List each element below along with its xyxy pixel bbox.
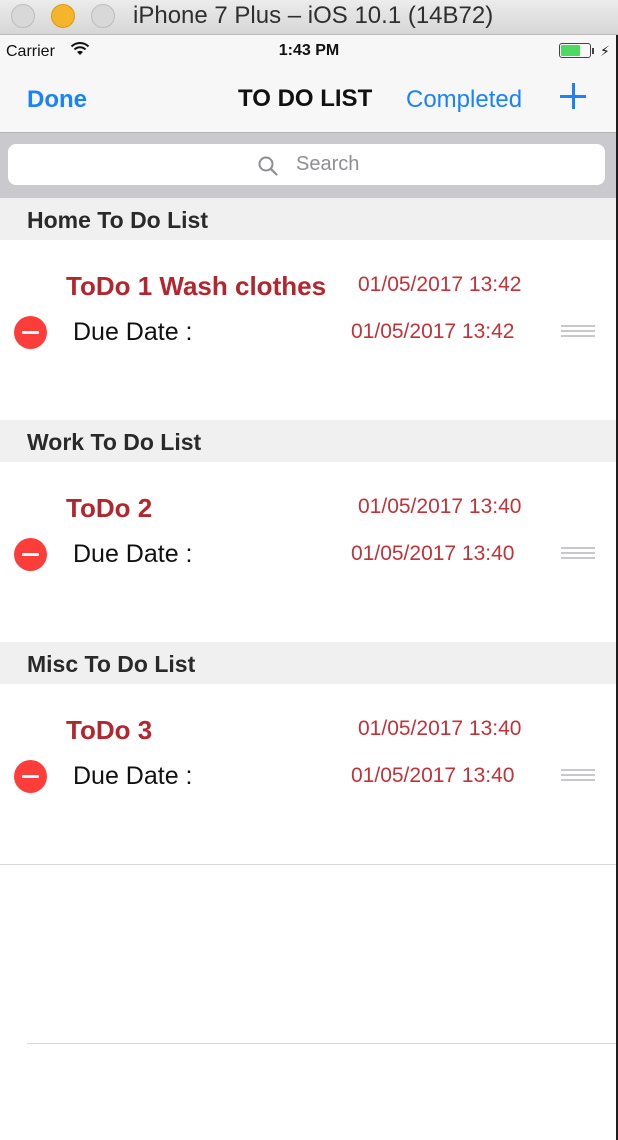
plus-icon[interactable] (558, 81, 590, 113)
status-bar: Carrier 1:43 PM ⚡ (0, 35, 618, 67)
page-title: TO DO LIST (238, 85, 373, 112)
window-minimize-button[interactable] (51, 4, 75, 28)
section-header-home: Home To Do List (0, 198, 618, 240)
reorder-handle-icon[interactable] (561, 547, 595, 559)
section-header-misc: Misc To Do List (0, 642, 618, 684)
todo-row[interactable]: ToDo 1 Wash clothes 01/05/2017 13:42 Due… (0, 240, 618, 421)
search-bar: Search (0, 133, 618, 198)
due-date-label: Due Date : (73, 318, 193, 346)
search-icon (258, 156, 278, 176)
battery-charging-icon (559, 43, 591, 58)
section-title: Home To Do List (27, 207, 209, 233)
window-title: iPhone 7 Plus – iOS 10.1 (14B72) (133, 2, 494, 29)
reorder-handle-icon[interactable] (561, 325, 595, 337)
search-input[interactable]: Search (8, 144, 605, 185)
due-date-value: 01/05/2017 13:40 (351, 764, 515, 787)
due-date-label: Due Date : (73, 762, 193, 790)
todo-title: ToDo 1 Wash clothes (66, 271, 327, 301)
todo-created-date: 01/05/2017 13:42 (358, 273, 522, 296)
todo-title: ToDo 2 (66, 493, 153, 523)
todo-row[interactable]: ToDo 2 01/05/2017 13:40 Due Date : 01/05… (0, 462, 618, 643)
section-title: Work To Do List (27, 429, 202, 455)
due-date-label: Due Date : (73, 540, 193, 568)
search-placeholder: Search (296, 153, 360, 175)
todo-created-date: 01/05/2017 13:40 (358, 495, 522, 518)
due-date-value: 01/05/2017 13:40 (351, 542, 515, 565)
status-time: 1:43 PM (278, 42, 340, 59)
delete-icon[interactable] (14, 316, 47, 349)
done-button[interactable]: Done (27, 86, 87, 114)
simulator-titlebar: iPhone 7 Plus – iOS 10.1 (14B72) (0, 0, 618, 35)
todo-row[interactable]: ToDo 3 01/05/2017 13:40 Due Date : 01/05… (0, 684, 618, 865)
window-close-button[interactable] (11, 4, 35, 28)
charging-bolt-icon: ⚡ (600, 43, 610, 59)
due-date-value: 01/05/2017 13:42 (351, 320, 515, 343)
navigation-bar: Done TO DO LIST Completed (0, 67, 618, 133)
section-header-work: Work To Do List (0, 420, 618, 462)
battery-tip (592, 48, 594, 54)
section-title: Misc To Do List (27, 651, 196, 677)
reorder-handle-icon[interactable] (561, 769, 595, 781)
todo-created-date: 01/05/2017 13:40 (358, 717, 522, 740)
completed-button[interactable]: Completed (406, 86, 522, 114)
todo-title: ToDo 3 (66, 715, 153, 745)
delete-icon[interactable] (14, 538, 47, 571)
delete-icon[interactable] (14, 760, 47, 793)
window-zoom-button[interactable] (91, 4, 115, 28)
empty-row-separator (27, 1043, 618, 1044)
